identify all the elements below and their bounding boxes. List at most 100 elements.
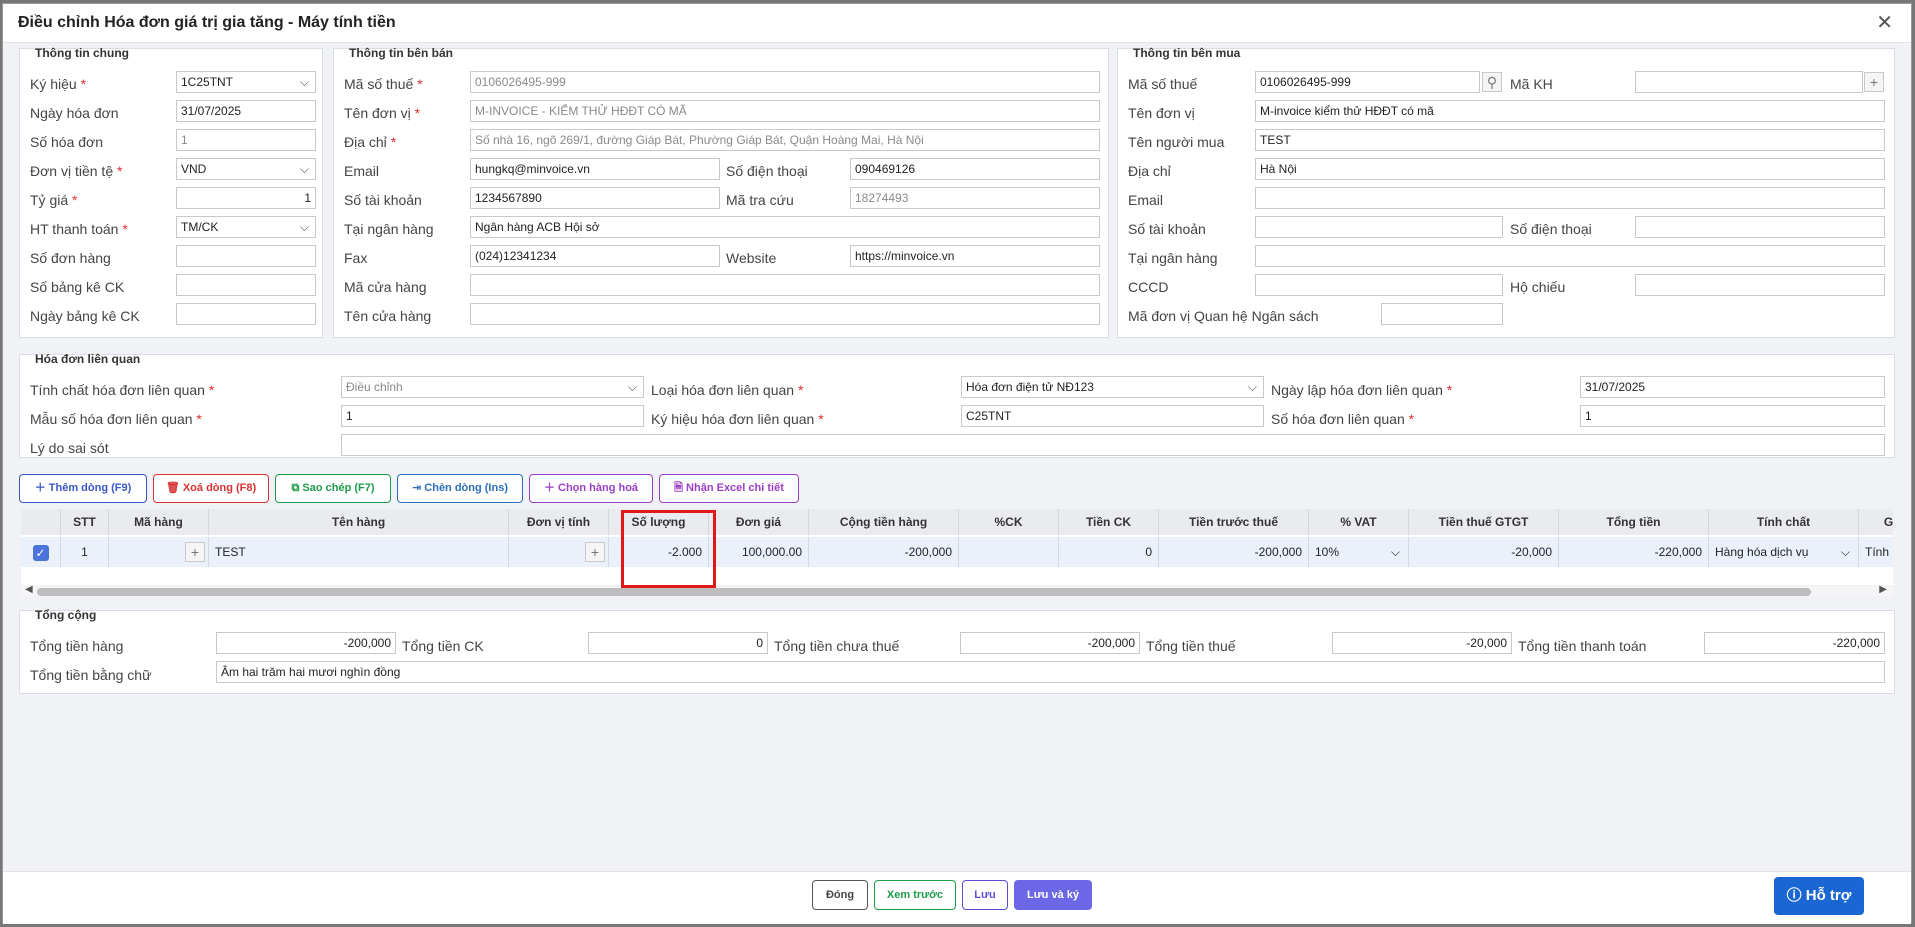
related-invoice-title: Hóa đơn liên quan xyxy=(35,352,141,366)
bang-chu-input[interactable]: Âm hai trăm hai mươi nghìn đồng xyxy=(216,661,1885,683)
so-hd-input[interactable]: 1 xyxy=(176,129,316,151)
save-sign-button[interactable]: Lưu và ký xyxy=(1014,880,1092,910)
grid-horizontal-scrollbar[interactable]: ◀ ▶ xyxy=(21,584,1893,596)
cell-ck[interactable] xyxy=(959,537,1059,567)
tong-ck-input[interactable]: 0 xyxy=(588,632,768,654)
ma-dv-qhns-input[interactable] xyxy=(1381,303,1503,325)
buyer-sdt-label: Số điện thoại xyxy=(1510,221,1592,237)
add-goods-icon[interactable]: + xyxy=(185,542,205,562)
ky-hieu-lq-input[interactable]: C25TNT xyxy=(961,405,1264,427)
add-row-button[interactable]: ＋ Thêm dòng (F9) xyxy=(19,474,147,503)
buyer-email-input[interactable] xyxy=(1255,187,1885,209)
cell-tien-ck[interactable]: 0 xyxy=(1059,537,1159,567)
ht-tt-label: HT thanh toán * xyxy=(30,221,128,237)
ma-cua-hang-input[interactable] xyxy=(470,274,1100,296)
bang-chu-label: Tổng tiền bằng chữ xyxy=(30,667,152,683)
ky-hieu-select[interactable]: 1C25TNT ⌵ xyxy=(176,71,316,93)
ten-cua-hang-input[interactable] xyxy=(470,303,1100,325)
preview-button[interactable]: Xem trước xyxy=(874,880,956,910)
col-tong-tien: Tổng tiền xyxy=(1559,509,1709,535)
buyer-ten-dv-input[interactable]: M-invoice kiểm thử HĐĐT có mã xyxy=(1255,100,1885,122)
col-tien-thue: Tiền thuế GTGT xyxy=(1409,509,1559,535)
so-hd-lq-label: Số hóa đơn liên quan * xyxy=(1271,411,1415,427)
cell-tinh-chat[interactable]: Hàng hóa dịch vụ ⌵ xyxy=(1709,537,1859,567)
search-icon[interactable]: ⚲ xyxy=(1482,72,1502,92)
ngay-hd-input[interactable]: 31/07/2025 xyxy=(176,100,316,122)
seller-dia-chi-input[interactable]: Số nhà 16, ngõ 269/1, đường Giáp Bát, Ph… xyxy=(470,129,1100,151)
tien-thue-label: Tổng tiền thuế xyxy=(1146,638,1236,654)
seller-sdt-input[interactable]: 090469126 xyxy=(850,158,1100,180)
copy-row-button[interactable]: ⧉ Sao chép (F7) xyxy=(275,474,391,503)
seller-stk-input[interactable]: 1234567890 xyxy=(470,187,720,209)
tien-thue-input[interactable]: -20,000 xyxy=(1332,632,1512,654)
invoice-dialog: Điều chỉnh Hóa đơn giá trị gia tăng - Má… xyxy=(2,3,1912,924)
seller-mst-input[interactable]: 0106026495-999 xyxy=(470,71,1100,93)
ho-chieu-input[interactable] xyxy=(1635,274,1885,296)
checkbox-checked-icon[interactable]: ✓ xyxy=(32,544,49,561)
buyer-stk-label: Số tài khoản xyxy=(1128,221,1206,237)
import-excel-button[interactable]: 🗎 Nhận Excel chi tiết xyxy=(659,474,799,503)
ma-dv-qhns-label: Mã đơn vị Quan hệ Ngân sách xyxy=(1128,308,1319,324)
seller-website-label: Website xyxy=(726,250,777,266)
cell-ten-hang[interactable]: TEST xyxy=(209,537,509,567)
seller-mst-label: Mã số thuế * xyxy=(344,76,423,92)
ht-tt-select[interactable]: TM/CK ⌵ xyxy=(176,216,316,238)
scrollbar-thumb[interactable] xyxy=(37,588,1811,596)
buyer-ten-dv-label: Tên đơn vị xyxy=(1128,105,1195,121)
buyer-stk-input[interactable] xyxy=(1255,216,1503,238)
ly-do-label: Lý do sai sót xyxy=(30,440,109,456)
buyer-mst-input[interactable]: 0106026495-999 xyxy=(1255,71,1480,93)
buyer-dia-chi-input[interactable]: Hà Nội xyxy=(1255,158,1885,180)
help-button[interactable]: ⓘ Hỗ trợ xyxy=(1774,877,1864,915)
buyer-ngan-hang-input[interactable] xyxy=(1255,245,1885,267)
ten-nguoi-mua-input[interactable]: TEST xyxy=(1255,129,1885,151)
loai-hd-lq-select[interactable]: Hóa đơn điện tử NĐ123 ⌵ xyxy=(961,376,1264,398)
add-icon[interactable]: + xyxy=(1864,72,1884,92)
save-button[interactable]: Lưu xyxy=(962,880,1008,910)
ly-do-input[interactable] xyxy=(341,434,1885,456)
delete-row-button[interactable]: 🗑 Xoá dòng (F8) xyxy=(153,474,269,503)
seller-website-input[interactable]: https://minvoice.vn xyxy=(850,245,1100,267)
choose-goods-button[interactable]: ＋ Chọn hàng hoá xyxy=(529,474,653,503)
cell-dvt[interactable]: + xyxy=(509,537,609,567)
chua-thue-label: Tổng tiền chưa thuế xyxy=(774,638,900,654)
ty-gia-input[interactable]: 1 xyxy=(176,187,316,209)
ma-tra-cuu-input[interactable]: 18274493 xyxy=(850,187,1100,209)
tong-tien-hang-input[interactable]: -200,000 xyxy=(216,632,396,654)
scroll-right-icon[interactable]: ▶ xyxy=(1879,584,1887,595)
chua-thue-input[interactable]: -200,000 xyxy=(960,632,1140,654)
seller-email-input[interactable]: hungkq@minvoice.vn xyxy=(470,158,720,180)
so-bang-ke-input[interactable] xyxy=(176,274,316,296)
add-unit-icon[interactable]: + xyxy=(585,542,605,562)
seller-ten-dv-label: Tên đơn vị * xyxy=(344,105,421,121)
tong-ck-label: Tổng tiền CK xyxy=(402,638,484,654)
thanh-toan-input[interactable]: -220,000 xyxy=(1704,632,1885,654)
seller-ngan-hang-input[interactable]: Ngân hàng ACB Hội sở xyxy=(470,216,1100,238)
mau-so-lq-input[interactable]: 1 xyxy=(341,405,644,427)
ngay-bang-ke-input[interactable] xyxy=(176,303,316,325)
scroll-left-icon[interactable]: ◀ xyxy=(25,584,33,595)
tinh-chat-lq-label: Tính chất hóa đơn liên quan * xyxy=(30,382,215,398)
cell-vat[interactable]: 10% ⌵ xyxy=(1309,537,1409,567)
cell-ma-hang[interactable]: + xyxy=(109,537,209,567)
seller-fax-input[interactable]: (024)12341234 xyxy=(470,245,720,267)
cell-don-gia[interactable]: 100,000.00 xyxy=(709,537,809,567)
thanh-toan-label: Tổng tiền thanh toán xyxy=(1518,638,1647,654)
buyer-ngan-hang-label: Tại ngân hàng xyxy=(1128,250,1218,266)
don-vi-tt-select[interactable]: VND ⌵ xyxy=(176,158,316,180)
col-dvt: Đơn vị tính xyxy=(509,509,609,535)
close-button[interactable]: Đóng xyxy=(812,880,868,910)
tinh-chat-lq-select[interactable]: Điều chỉnh ⌵ xyxy=(341,376,644,398)
ngay-lap-lq-input[interactable]: 31/07/2025 xyxy=(1580,376,1885,398)
buyer-sdt-input[interactable] xyxy=(1635,216,1885,238)
col-extra: G xyxy=(1859,509,1893,535)
ten-nguoi-mua-label: Tên người mua xyxy=(1128,134,1225,150)
so-hd-lq-input[interactable]: 1 xyxy=(1580,405,1885,427)
row-checkbox-cell[interactable]: ✓ xyxy=(21,537,61,567)
ma-kh-input[interactable] xyxy=(1635,71,1863,93)
seller-ten-dv-input[interactable]: M-INVOICE - KIỂM THỬ HĐĐT CÓ MÃ xyxy=(470,100,1100,122)
insert-row-button[interactable]: ⇥ Chèn dòng (Ins) xyxy=(397,474,523,503)
close-icon[interactable]: ✕ xyxy=(1876,10,1893,35)
so-don-hang-input[interactable] xyxy=(176,245,316,267)
cccd-input[interactable] xyxy=(1255,274,1503,296)
